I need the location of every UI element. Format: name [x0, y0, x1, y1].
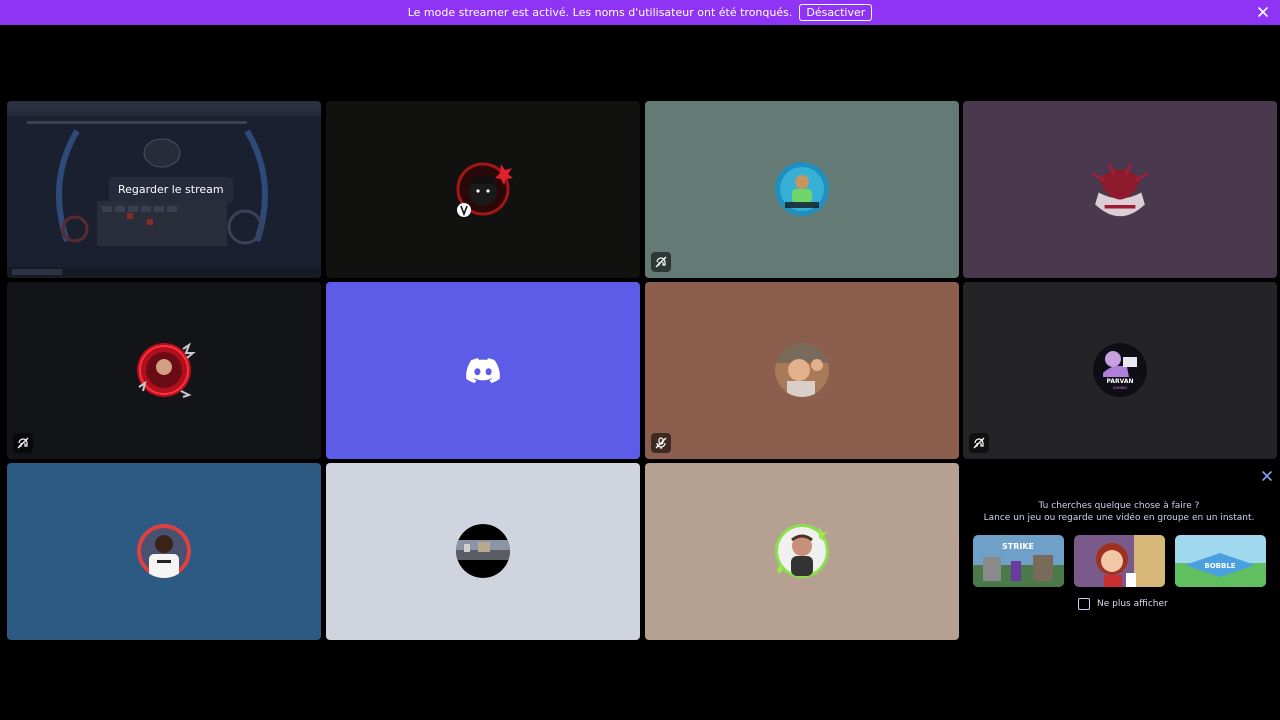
avatar — [775, 524, 829, 578]
activities-promo: Tu cherches quelque chose à faire ? Lanc… — [962, 463, 1276, 640]
watch-stream-button[interactable]: Regarder le stream — [109, 177, 233, 203]
avatar — [1092, 163, 1148, 217]
svg-text:STRIKE: STRIKE — [1002, 542, 1034, 551]
streamer-mode-message: Le mode streamer est activé. Les noms d'… — [407, 6, 793, 19]
participant-tile[interactable] — [326, 101, 640, 278]
dont-show-again-label: Ne plus afficher — [1097, 599, 1168, 609]
promo-subtitle: Lance un jeu ou regarde une vidéo en gro… — [983, 513, 1255, 523]
game-thumbnail-poker-night[interactable] — [1074, 535, 1165, 587]
dont-show-again-checkbox[interactable] — [1078, 598, 1090, 610]
game-thumbnail-bobble-league[interactable]: BOBBLE — [1175, 535, 1266, 587]
discord-logo-icon — [466, 358, 500, 384]
participant-tile[interactable] — [645, 101, 959, 278]
avatar — [775, 343, 829, 397]
close-icon[interactable] — [1256, 5, 1270, 19]
mute-icon — [13, 433, 33, 453]
participant-tile[interactable] — [326, 463, 640, 640]
avatar — [137, 342, 196, 398]
avatar — [137, 524, 191, 578]
mute-icon — [651, 252, 671, 272]
streamer-mode-banner: Le mode streamer est activé. Les noms d'… — [0, 0, 1280, 25]
game-thumbnail-krunker-strike[interactable]: STRIKE — [973, 535, 1064, 587]
participant-tile[interactable] — [963, 101, 1277, 278]
stream-tile[interactable]: Regarder le stream — [7, 101, 321, 278]
svg-text:GAMING: GAMING — [1113, 386, 1128, 390]
promo-title: Tu cherches quelque chose à faire ? — [1038, 501, 1200, 511]
close-icon[interactable] — [1260, 469, 1274, 483]
participant-tile[interactable] — [326, 282, 640, 459]
participant-tile[interactable] — [645, 463, 959, 640]
mute-icon — [969, 433, 989, 453]
avatar — [456, 524, 510, 578]
disable-streamer-mode-button[interactable]: Désactiver — [799, 4, 873, 21]
svg-text:PARVAN: PARVAN — [1106, 378, 1133, 385]
dont-show-again-row[interactable]: Ne plus afficher — [1078, 598, 1168, 610]
participant-tile[interactable] — [7, 282, 321, 459]
avatar — [456, 162, 513, 217]
avatar: PARVAN GAMING — [1093, 343, 1147, 397]
participant-tile[interactable] — [645, 282, 959, 459]
mute-icon — [651, 433, 671, 453]
avatar — [775, 162, 829, 216]
svg-text:BOBBLE: BOBBLE — [1204, 562, 1235, 570]
participant-tile[interactable] — [7, 463, 321, 640]
participant-tile[interactable]: PARVAN GAMING — [963, 282, 1277, 459]
